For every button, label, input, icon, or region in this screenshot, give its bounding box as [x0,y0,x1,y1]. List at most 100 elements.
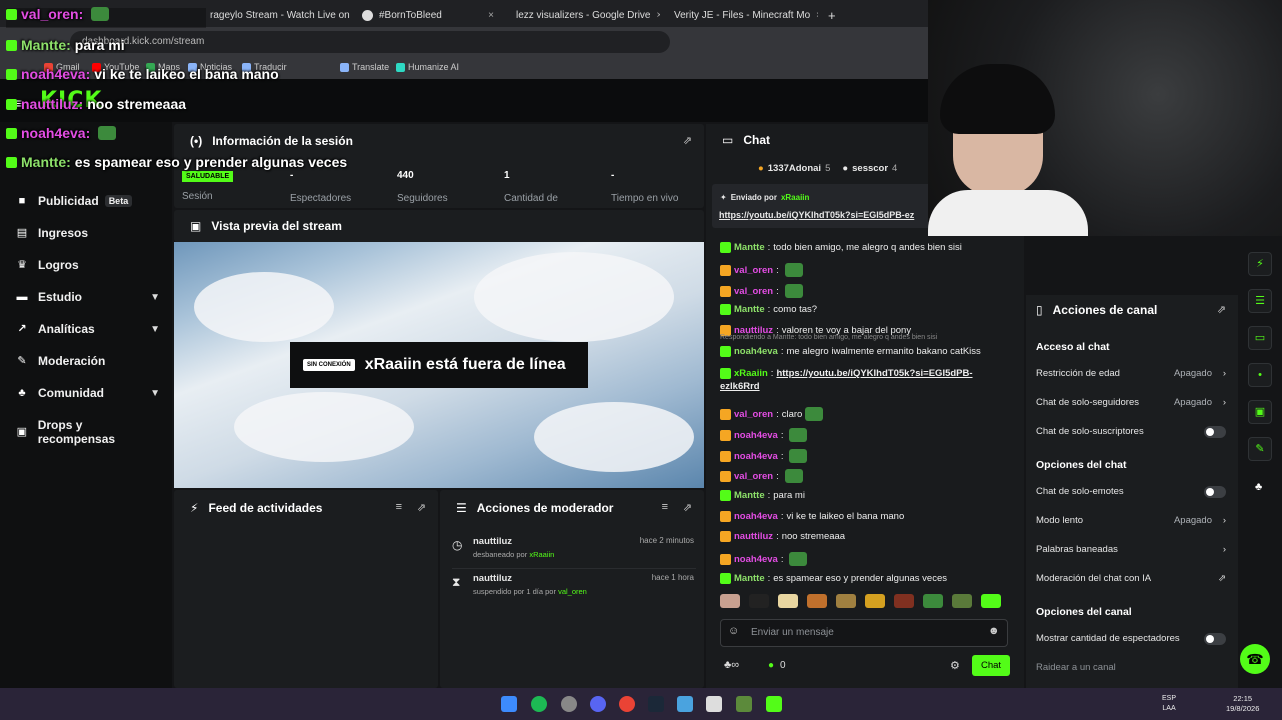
toggle-switch[interactable] [1204,632,1226,645]
sidebar-item-ingresos[interactable]: ▤ Ingresos [16,226,160,240]
minecraft-icon[interactable] [736,696,752,712]
chat-message[interactable]: noah4eva: [720,552,808,566]
chat-username[interactable]: noah4eva [734,511,778,522]
popout-icon[interactable]: ⇗ [1217,303,1226,316]
app-icon[interactable] [677,696,693,712]
chat-message[interactable]: noah4eva: [720,449,808,463]
bolt-icon[interactable]: ⚡ [1248,252,1272,276]
chat-username[interactable]: noah4eva [734,346,778,357]
channel-action-row[interactable]: Mostrar cantidad de espectadores [1036,632,1226,645]
app-icon[interactable] [706,696,722,712]
emoji-icon[interactable]: ☺ [728,625,739,637]
chat-username[interactable]: noah4eva [734,451,778,462]
channel-action-row[interactable]: Palabras baneadas › [1036,544,1226,555]
discord-icon[interactable] [590,696,606,712]
sidebar-item-analiticas[interactable]: ↗ Analíticas ▼ [16,322,160,336]
chat-icon[interactable]: ▭ [1248,326,1272,350]
list-icon[interactable]: ☰ [1248,289,1272,313]
chat-username[interactable]: Mantte [734,573,765,584]
send-chat-button[interactable]: Chat [972,655,1010,676]
browser-tab[interactable]: rageylo Stream - Watch Live on× [196,4,354,26]
emote-icon[interactable] [923,594,943,608]
chat-message[interactable]: Mantte: todo bien amigo, me alegro q ande… [720,242,962,253]
broadcast-icon[interactable]: • [1248,363,1272,387]
sidebar-item-logros[interactable]: ♛ Logros [16,258,160,272]
chat-text[interactable]: ezlk6Rrd [720,381,760,392]
browser-tab[interactable]: #BornToBleed × [354,4,500,26]
chat-message[interactable]: nauttiluz: noo stremeaaa [720,531,845,542]
chat-username[interactable]: Mantte [734,304,765,315]
emote-icon[interactable] [952,594,972,608]
emote-icon[interactable] [778,594,798,608]
sidebar-item-drops[interactable]: ▣ Drops y recompensas [16,418,160,446]
chat-message[interactable]: Mantte: es spamear eso y prender algunas … [720,573,947,584]
chat-username[interactable]: Mantte [734,490,765,501]
popout-icon[interactable]: ⇗ [683,501,692,514]
chat-username[interactable]: val_oren [734,286,773,297]
chat-message[interactable]: xRaaiin: https://youtu.be/iQYKIhdT05k?si=… [720,368,973,379]
toggle-switch[interactable] [1204,485,1226,498]
sidebar-item-moderacion[interactable]: ✎ Moderación [16,354,160,368]
close-tab-icon[interactable]: × [488,10,500,21]
browser-tab[interactable]: Verity JE - Files - Minecraft Mo× [660,4,818,26]
chat-message[interactable]: val_oren: [720,263,803,277]
community-icon[interactable]: ♣ [1255,481,1262,493]
chat-message[interactable]: noah4eva: me alegro iwalmente ermanito ba… [720,346,981,357]
preview-icon[interactable]: ▣ [1248,400,1272,424]
emote-icon[interactable] [720,594,740,608]
url-input[interactable]: dashboard.kick.com/stream [70,31,670,53]
app-icon[interactable] [561,696,577,712]
mod-action-item[interactable]: ⧗ nauttiluz suspendido por 1 día por val… [452,568,696,596]
channel-action-row[interactable]: Chat de solo-seguidores Apagado › [1036,397,1226,408]
chrome-icon[interactable] [619,696,635,712]
chat-username[interactable]: val_oren [734,265,773,276]
channel-action-row[interactable]: Modo lento Apagado › [1036,515,1226,526]
chat-message[interactable]: Mantte: como tas? [720,304,817,315]
filter-icon[interactable]: ≡ [396,501,402,513]
chat-username[interactable]: xRaaiin [734,368,768,379]
emote-icon[interactable] [807,594,827,608]
close-tab-icon[interactable]: × [816,10,818,21]
bookmark-translate[interactable]: Translate [340,62,389,72]
settings-gear-icon[interactable]: ⚙ [950,659,960,672]
chat-message[interactable]: val_oren: [720,469,803,483]
chat-username[interactable]: noah4eva [734,430,778,441]
clock[interactable]: 22:15 19/8/2026 [1226,694,1259,714]
sidebar-item-publicidad[interactable]: ■ Publicidad Beta [16,194,160,208]
new-tab-button[interactable]: + [820,4,840,26]
popout-icon[interactable]: ⇗ [417,501,426,514]
sidebar-item-estudio[interactable]: ▬ Estudio ▼ [16,290,161,304]
kick-icon[interactable] [766,696,782,712]
channel-action-row[interactable]: Chat de solo-suscriptores [1036,425,1226,438]
chat-username[interactable]: noah4eva [734,554,778,565]
toggle-switch[interactable] [1204,425,1226,438]
windows-start-icon[interactable] [501,696,517,712]
emote-icon[interactable] [894,594,914,608]
sidebar-item-comunidad[interactable]: ♣ Comunidad ▼ [16,386,160,400]
bookmark-humanize[interactable]: Humanize AI [396,62,459,72]
chat-message[interactable]: val_oren: [720,284,803,298]
wrench-icon[interactable]: ✎ [1248,437,1272,461]
emote-icon[interactable] [836,594,856,608]
chat-username[interactable]: nauttiluz [734,531,773,542]
channel-action-row[interactable]: Restricción de edad Apagado › [1036,368,1226,379]
chat-message[interactable]: val_oren: claro [720,407,824,421]
language-indicator[interactable]: ESP LAA [1162,694,1176,714]
chat-message[interactable]: Mantte: para mi [720,490,805,501]
spotify-icon[interactable] [531,696,547,712]
emote-picker-icon[interactable]: ☻ [988,625,1000,637]
chat-message[interactable]: noah4eva: [720,428,808,442]
emote-icon[interactable] [981,594,1001,608]
emote-icon[interactable] [865,594,885,608]
chat-username[interactable]: val_oren [734,409,773,420]
chat-username[interactable]: val_oren [734,471,773,482]
filter-icon[interactable]: ≡ [662,501,668,513]
channel-action-row[interactable]: Chat de solo-emotes [1036,485,1226,498]
chat-input[interactable]: Enviar un mensaje [720,619,1008,647]
chat-username[interactable]: Mantte [734,242,765,253]
browser-tab[interactable]: lezz visualizers - Google Drive × [502,4,660,26]
channel-action-row[interactable]: Moderación del chat con IA ⇗ [1036,573,1226,584]
emote-icon[interactable] [749,594,769,608]
support-icon[interactable]: ☎ [1240,644,1270,674]
steam-icon[interactable] [648,696,664,712]
